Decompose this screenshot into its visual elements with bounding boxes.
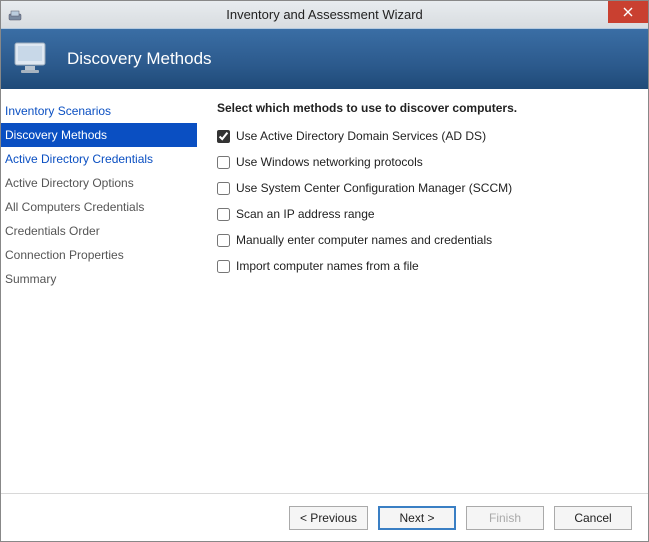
option-checkbox[interactable] [217, 156, 230, 169]
option-label[interactable]: Use Active Directory Domain Services (AD… [236, 129, 486, 143]
window-title: Inventory and Assessment Wizard [1, 7, 648, 22]
monitor-icon [11, 37, 55, 81]
option-checkbox[interactable] [217, 182, 230, 195]
footer: < Previous Next > Finish Cancel [1, 493, 648, 541]
close-icon [623, 5, 633, 20]
option-checkbox[interactable] [217, 130, 230, 143]
option-row: Use Windows networking protocols [217, 155, 634, 169]
wizard-body: Inventory ScenariosDiscovery MethodsActi… [1, 89, 648, 493]
option-row: Manually enter computer names and creden… [217, 233, 634, 247]
app-icon [7, 7, 23, 23]
sidebar-item-active-directory-options[interactable]: Active Directory Options [1, 171, 197, 195]
option-label[interactable]: Import computer names from a file [236, 259, 419, 273]
titlebar: Inventory and Assessment Wizard [1, 1, 648, 29]
sidebar-item-all-computers-credentials[interactable]: All Computers Credentials [1, 195, 197, 219]
option-label[interactable]: Use Windows networking protocols [236, 155, 423, 169]
option-checkbox[interactable] [217, 260, 230, 273]
sidebar: Inventory ScenariosDiscovery MethodsActi… [1, 89, 197, 493]
option-row: Use Active Directory Domain Services (AD… [217, 129, 634, 143]
wizard-window: Inventory and Assessment Wizard Discover… [0, 0, 649, 542]
sidebar-item-summary[interactable]: Summary [1, 267, 197, 291]
sidebar-item-active-directory-credentials[interactable]: Active Directory Credentials [1, 147, 197, 171]
close-button[interactable] [608, 1, 648, 23]
option-label[interactable]: Use System Center Configuration Manager … [236, 181, 512, 195]
options-list: Use Active Directory Domain Services (AD… [217, 129, 634, 273]
option-checkbox[interactable] [217, 208, 230, 221]
option-row: Use System Center Configuration Manager … [217, 181, 634, 195]
option-row: Scan an IP address range [217, 207, 634, 221]
option-label[interactable]: Manually enter computer names and creden… [236, 233, 492, 247]
option-checkbox[interactable] [217, 234, 230, 247]
option-label[interactable]: Scan an IP address range [236, 207, 375, 221]
page-title: Discovery Methods [67, 49, 212, 69]
main-panel: Select which methods to use to discover … [197, 89, 648, 493]
option-row: Import computer names from a file [217, 259, 634, 273]
wizard-header: Discovery Methods [1, 29, 648, 89]
previous-button[interactable]: < Previous [289, 506, 368, 530]
main-heading: Select which methods to use to discover … [217, 101, 634, 115]
finish-button[interactable]: Finish [466, 506, 544, 530]
sidebar-item-connection-properties[interactable]: Connection Properties [1, 243, 197, 267]
sidebar-item-credentials-order[interactable]: Credentials Order [1, 219, 197, 243]
cancel-button[interactable]: Cancel [554, 506, 632, 530]
sidebar-item-discovery-methods[interactable]: Discovery Methods [1, 123, 197, 147]
sidebar-item-inventory-scenarios[interactable]: Inventory Scenarios [1, 99, 197, 123]
next-button[interactable]: Next > [378, 506, 456, 530]
